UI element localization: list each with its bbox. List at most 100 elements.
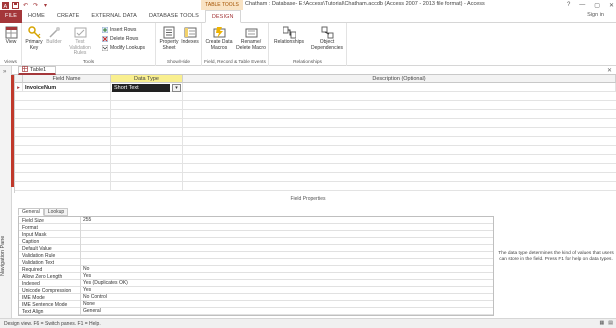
description-cell[interactable] <box>183 83 616 92</box>
customize-qat-icon[interactable]: ▾ <box>42 2 49 9</box>
table-row[interactable] <box>15 119 616 128</box>
indexes-button[interactable]: Indexes <box>180 25 200 46</box>
sign-in-link[interactable]: Sign in <box>587 12 604 18</box>
document-tab-bar: Table1 ✕ <box>12 66 616 75</box>
tab-external-data[interactable]: EXTERNAL DATA <box>85 10 143 23</box>
tab-file[interactable]: FILE <box>0 9 22 23</box>
delete-rows-icon <box>101 35 109 42</box>
field-properties-title: Field Properties <box>290 196 326 202</box>
property-row[interactable]: IME Mode No Control <box>19 294 493 301</box>
rename-delete-macro-label: Rename/ Delete Macro <box>236 39 266 51</box>
datasheet-view-icon[interactable]: ▦ <box>600 320 605 326</box>
object-dependencies-button[interactable]: Object Dependencies <box>309 25 345 51</box>
modify-lookups-button[interactable]: Modify Lookups <box>101 44 145 51</box>
help-button[interactable]: ? <box>567 2 570 8</box>
property-name: IME Mode <box>19 294 81 301</box>
create-data-macros-button[interactable]: Create Data Macros <box>204 25 234 51</box>
relationships-button[interactable]: Relationships <box>271 25 307 46</box>
table-row[interactable] <box>15 110 616 119</box>
property-name: Validation Text <box>19 259 81 266</box>
builder-label: Builder <box>46 39 62 45</box>
property-row[interactable]: Text Align General <box>19 308 493 315</box>
property-row[interactable]: IME Sentence Mode None <box>19 301 493 308</box>
table1-tab[interactable]: Table1 <box>18 66 56 75</box>
property-row[interactable]: Input Mask <box>19 231 493 238</box>
table-row[interactable] <box>15 137 616 146</box>
property-value[interactable]: Yes <box>81 287 493 293</box>
primary-key-button[interactable]: Primary Key <box>24 25 44 51</box>
property-row[interactable]: Allow Zero Length Yes <box>19 273 493 280</box>
property-value[interactable]: General <box>81 308 493 314</box>
test-validation-rules-button[interactable]: Test Validation Rules <box>64 25 96 57</box>
table-row[interactable] <box>15 155 616 164</box>
property-name: Indexed <box>19 280 81 287</box>
property-value[interactable]: No Control <box>81 294 493 300</box>
property-row[interactable]: Field Size 255 <box>19 217 493 224</box>
property-value[interactable]: None <box>81 301 493 307</box>
property-value[interactable]: 255 <box>81 217 493 223</box>
tab-database-tools[interactable]: DATABASE TOOLS <box>143 10 205 23</box>
data-type-dropdown-icon[interactable]: ▾ <box>172 83 181 92</box>
table-row[interactable] <box>15 101 616 110</box>
property-value[interactable]: Yes <box>81 273 493 279</box>
property-row[interactable]: Default Value <box>19 245 493 252</box>
property-value[interactable]: Yes (Duplicates OK) <box>81 280 493 286</box>
show-hide-group-label: Show/Hide <box>166 60 191 65</box>
table1-tab-label: Table1 <box>30 67 47 73</box>
tab-design[interactable]: DESIGN <box>204 10 241 23</box>
table-row[interactable] <box>15 164 616 173</box>
redo-icon[interactable]: ↷ <box>32 2 39 9</box>
insert-rows-button[interactable]: Insert Rows <box>101 26 136 33</box>
property-row[interactable]: Format <box>19 224 493 231</box>
view-button[interactable]: View <box>3 25 19 46</box>
property-name: Caption <box>19 238 81 245</box>
data-type-value: Short Text <box>112 83 170 92</box>
property-row[interactable]: Unicode Compression Yes <box>19 287 493 294</box>
property-name: Text Align <box>19 308 81 315</box>
minimize-button[interactable]: — <box>579 2 585 8</box>
property-value[interactable] <box>81 238 493 244</box>
property-value[interactable] <box>81 231 493 237</box>
expand-nav-icon[interactable]: » <box>3 69 6 75</box>
undo-icon[interactable]: ↶ <box>22 2 29 9</box>
table-row[interactable] <box>15 146 616 155</box>
property-row[interactable]: Caption <box>19 238 493 245</box>
property-value[interactable] <box>81 245 493 251</box>
design-view-icon[interactable]: ▤ <box>608 320 613 326</box>
status-bar: Design view. F6 = Switch panes. F1 = Hel… <box>0 318 616 328</box>
property-tabs: General Lookup <box>18 208 69 216</box>
property-value[interactable] <box>81 252 493 258</box>
tab-lookup[interactable]: Lookup <box>43 208 69 216</box>
property-row[interactable]: Indexed Yes (Duplicates OK) <box>19 280 493 287</box>
tab-general[interactable]: General <box>18 208 44 216</box>
tab-create[interactable]: CREATE <box>51 10 86 23</box>
table-row[interactable] <box>15 182 616 191</box>
views-group-label: Views <box>4 60 17 65</box>
close-document-icon[interactable]: ✕ <box>607 67 612 74</box>
property-sheet-label: Property Sheet <box>159 39 179 51</box>
property-row[interactable]: Required No <box>19 266 493 273</box>
builder-button[interactable]: Builder <box>45 25 63 46</box>
maximize-button[interactable]: ▢ <box>594 2 600 9</box>
table-row[interactable]: ▸ InvoiceNum Short Text ▾ <box>15 83 616 92</box>
table-row[interactable] <box>15 173 616 182</box>
field-name-cell[interactable]: InvoiceNum <box>23 83 111 92</box>
close-button[interactable]: ✕ <box>609 2 614 9</box>
property-value[interactable] <box>81 259 493 265</box>
property-row[interactable]: Validation Text <box>19 259 493 266</box>
tab-home[interactable]: HOME <box>22 10 51 23</box>
create-data-macros-label: Create Data Macros <box>205 39 233 51</box>
property-name: Field Size <box>19 217 81 224</box>
delete-rows-button[interactable]: Delete Rows <box>101 35 138 42</box>
property-sheet-button[interactable]: Property Sheet <box>158 25 180 51</box>
property-row[interactable]: Validation Rule <box>19 252 493 259</box>
table-row[interactable] <box>15 92 616 101</box>
rename-delete-macro-button[interactable]: Rename/ Delete Macro <box>235 25 267 51</box>
data-type-cell[interactable]: Short Text ▾ <box>111 83 183 92</box>
description-header: Description (Optional) <box>183 75 616 83</box>
save-icon[interactable] <box>12 1 19 9</box>
table-row[interactable] <box>15 128 616 137</box>
property-value[interactable]: No <box>81 266 493 272</box>
window-title: Chatham : Database- E:\Access\Tutorial\C… <box>245 1 485 7</box>
property-value[interactable] <box>81 224 493 230</box>
